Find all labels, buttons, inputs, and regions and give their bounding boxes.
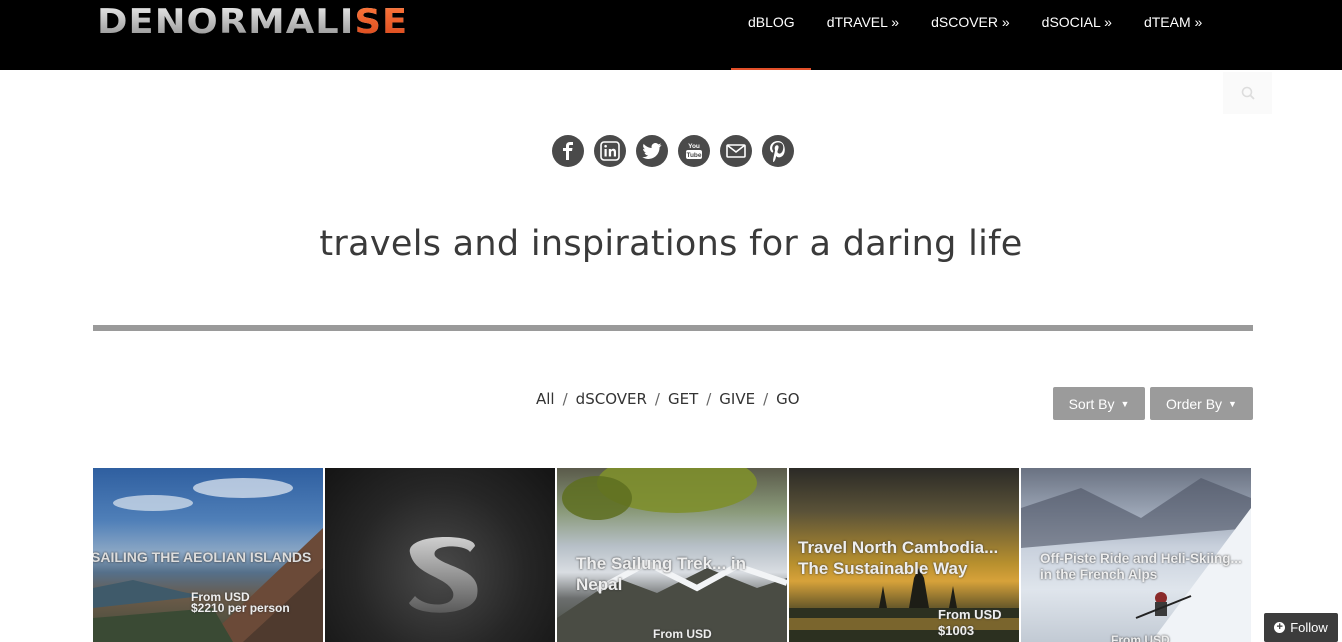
tile-price-label: From USD [1111, 633, 1170, 642]
filter-separator: / [654, 390, 660, 408]
follow-label: Follow [1290, 620, 1328, 635]
facebook-icon[interactable] [552, 135, 584, 167]
logo-accent-text: SE [354, 2, 409, 42]
follow-button[interactable]: + Follow [1264, 613, 1338, 642]
svg-text:You: You [688, 143, 700, 150]
post-tile-logo[interactable] [325, 468, 555, 642]
tile-price: $1003 [938, 623, 975, 638]
search-icon [1241, 86, 1255, 100]
tile-title: The Sailung Trek... in Nepal [576, 554, 747, 594]
order-by-button[interactable]: Order By ▼ [1150, 387, 1253, 420]
filter-separator: / [763, 390, 769, 408]
filter-separator: / [706, 390, 712, 408]
tile-price-label: From USD [938, 607, 1002, 622]
pinterest-icon[interactable] [762, 135, 794, 167]
filter-separator: / [562, 390, 568, 408]
post-tile-nepal[interactable]: The Sailung Trek... in Nepal From USD [557, 468, 787, 642]
brand-emblem-icon [409, 536, 478, 613]
plus-circle-icon: + [1274, 622, 1286, 633]
caret-down-icon: ▼ [1120, 398, 1130, 409]
tile-title: Off-Piste Ride and Heli-Skiing... in the… [1040, 551, 1242, 582]
category-filters: All / dSCOVER / GET / GIVE / GO [536, 390, 800, 408]
linkedin-icon[interactable] [594, 135, 626, 167]
filter-go[interactable]: GO [776, 390, 799, 408]
nav-item-dsocial[interactable]: dSOCIAL » [1042, 14, 1112, 30]
post-tile-french-alps[interactable]: Off-Piste Ride and Heli-Skiing... in the… [1021, 468, 1251, 642]
post-tile-cambodia[interactable]: Travel North Cambodia... The Sustainable… [789, 468, 1019, 642]
tile-price-label: From USD [653, 627, 712, 641]
nav-item-dblog[interactable]: dBLOG [748, 14, 795, 30]
search-button[interactable] [1223, 72, 1272, 114]
nav-item-dscover[interactable]: dSCOVER » [931, 14, 1010, 30]
filter-get[interactable]: GET [668, 390, 698, 408]
social-links: You Tube [552, 135, 804, 167]
tile-price: $2210 per person [191, 601, 290, 615]
post-grid: SAILING THE AEOLIAN ISLANDS From USD $22… [93, 468, 1253, 642]
site-logo[interactable]: DENORMALISE [97, 2, 408, 42]
nav-item-dteam[interactable]: dTEAM » [1144, 14, 1202, 30]
logo-text: DENORMALI [97, 2, 355, 42]
tile-title: SAILING THE AEOLIAN ISLANDS [93, 549, 312, 565]
filter-all[interactable]: All [536, 390, 555, 408]
svg-text:Tube: Tube [686, 152, 701, 159]
site-tagline: travels and inspirations for a daring li… [319, 224, 1023, 264]
youtube-icon[interactable]: You Tube [678, 135, 710, 167]
active-nav-indicator [731, 68, 811, 70]
top-navbar: DENORMALISE dBLOG dTRAVEL » dSCOVER » dS… [0, 0, 1342, 70]
twitter-icon[interactable] [636, 135, 668, 167]
caret-down-icon: ▼ [1228, 398, 1237, 409]
filter-give[interactable]: GIVE [719, 390, 755, 408]
post-tile-aeolian[interactable]: SAILING THE AEOLIAN ISLANDS From USD $22… [93, 468, 323, 642]
email-icon[interactable] [720, 135, 752, 167]
tile-title: Travel North Cambodia... The Sustainable… [798, 538, 999, 578]
nav-item-dtravel[interactable]: dTRAVEL » [827, 14, 899, 30]
main-nav: dBLOG dTRAVEL » dSCOVER » dSOCIAL » dTEA… [748, 14, 1234, 30]
sort-by-button[interactable]: Sort By ▼ [1053, 387, 1145, 420]
sort-by-label: Sort By [1068, 395, 1115, 412]
filter-dscover[interactable]: dSCOVER [576, 390, 647, 408]
order-by-label: Order By [1166, 395, 1223, 412]
section-divider [93, 325, 1253, 331]
